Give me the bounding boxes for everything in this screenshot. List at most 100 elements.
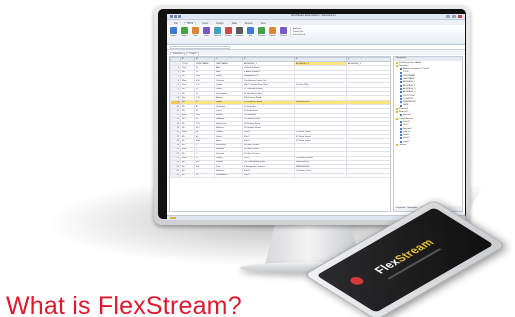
ribbon-button-label: Options [280, 35, 287, 37]
tree-item-label: Label Elements [399, 117, 414, 120]
app-icon [170, 15, 173, 18]
quick-access-toolbar [170, 15, 181, 18]
ribbon-button-preview[interactable]: Preview [257, 27, 266, 37]
ribbon-button-label: Set [248, 35, 252, 37]
status-indicator [170, 217, 176, 219]
ribbon-command-2[interactable]: Insert Record [293, 34, 305, 36]
field-icon [400, 81, 402, 84]
ribbon-button-function[interactable]: Function [235, 27, 244, 37]
field-icon [400, 88, 402, 91]
field-icon [400, 134, 402, 137]
folder-icon [396, 144, 398, 147]
ribbon-button-edit[interactable]: Edit [191, 27, 200, 37]
field-icon [400, 124, 402, 127]
tree-item-label: Text 1 [403, 124, 409, 127]
field-icon [400, 101, 402, 104]
ribbon-button-label: Export [181, 35, 188, 37]
navigation-tree: FlexStream Excel Add-in Datasheet Address … [394, 61, 462, 147]
options-icon [280, 27, 287, 34]
grid-table: ABCDEF TITLE FIRSTNAME LASTNAME ADDRESS_1 AD… [170, 57, 390, 179]
tree-item-label: Options [399, 144, 407, 147]
save-icon[interactable] [174, 15, 177, 18]
tree-item-label: LASTNAME [403, 78, 415, 81]
grid-cell[interactable]: Flat 11 [242, 172, 295, 179]
field-icon [400, 78, 402, 81]
folder-icon [396, 111, 398, 114]
preview-icon [258, 27, 265, 34]
headline: What is FlexStream? [6, 292, 242, 317]
field-icon [400, 120, 402, 123]
ribbon-tab-insert[interactable]: Insert [200, 22, 210, 25]
row-number: 26 [170, 172, 181, 179]
tree-item-label: Logo 1 [403, 140, 410, 143]
tree-item-label: Datasheet [399, 64, 409, 67]
tree-item-label: ADDRESS_3 [403, 87, 416, 90]
grid-cell[interactable]: Mr [180, 172, 195, 179]
monitor: FlexStream Excel Add-in - Flexstore1.x F… [154, 5, 470, 225]
app-title: FlexStream Excel Add-in - Flexstore1.x [291, 14, 336, 18]
grid-cell[interactable] [294, 172, 347, 179]
ribbon-button-export[interactable]: Export [180, 27, 189, 37]
minimize-icon[interactable] [446, 15, 450, 18]
ribbon-button-group: Import Export Edit New Refresh Stream Function… [169, 27, 291, 37]
ribbon-tab-data[interactable]: Data [230, 22, 239, 25]
data-grid: ABCDEF TITLE FIRSTNAME LASTNAME ADDRESS_1 AD… [169, 56, 391, 212]
folder-icon [396, 61, 398, 64]
ribbon-button-label: Publish [269, 35, 276, 37]
import-icon [170, 27, 177, 34]
tree-item-label: Address Imagelink_1Cachet [403, 68, 429, 71]
ribbon-button-new[interactable]: New [202, 27, 211, 37]
tree-item-label: Field 1 [403, 134, 410, 137]
ribbon: Import Export Edit New Refresh Stream Function… [167, 25, 465, 45]
ribbon-button-publish[interactable]: Publish [268, 27, 277, 37]
close-icon[interactable] [458, 15, 462, 18]
ribbon-button-label: Function [235, 35, 244, 37]
grid-body: TITLE FIRSTNAME LASTNAME ADDRESS_1 ADDRESS_2… [170, 60, 390, 179]
stream-icon [225, 27, 232, 34]
tree-item[interactable]: Options [394, 143, 462, 147]
folder-icon [396, 107, 398, 110]
ribbon-command-0[interactable]: Add Row [293, 28, 305, 30]
field-icon [400, 127, 402, 130]
panel-tab-properties[interactable]: Properties [396, 207, 405, 209]
tree-item-label: FIRSTNAME [403, 74, 416, 77]
ribbon-button-refresh[interactable]: Refresh [213, 27, 222, 37]
edit-icon [192, 27, 199, 34]
grid-cell[interactable]: Smallwood [214, 172, 243, 179]
grid-cell[interactable] [346, 172, 390, 179]
field-icon [400, 104, 402, 107]
tree-item-label: COUNTRY [403, 97, 414, 100]
field-icon [400, 114, 402, 117]
field-icon [400, 97, 402, 100]
ribbon-small-commands: Add Row Delete Row Insert Record [293, 27, 305, 36]
ribbon-tab-file[interactable]: File [172, 22, 180, 25]
sheet-tab-output[interactable]: Output [186, 51, 200, 55]
table-row[interactable]: 26 Mr W. Smallwood Flat 11 [170, 172, 390, 179]
tree-item-label: Barcode 1 [403, 127, 413, 130]
ribbon-button-stream[interactable]: Stream [224, 27, 233, 37]
ribbon-tab-view[interactable]: View [259, 22, 268, 25]
ribbon-button-set[interactable]: Set [246, 27, 255, 37]
tree-item-label: ADDRESS_2 [403, 84, 416, 87]
ribbon-tab-review[interactable]: Review [243, 22, 255, 25]
work-area: ABCDEF TITLE FIRSTNAME LASTNAME ADDRESS_1 AD… [167, 56, 465, 214]
monitor-bezel: FlexStream Excel Add-in - Flexstore1.x F… [158, 9, 466, 220]
ribbon-button-import[interactable]: Import [169, 27, 178, 37]
ribbon-button-label: Refresh [213, 35, 221, 37]
ribbon-button-label: Edit [193, 35, 198, 37]
grid-cell[interactable]: W. [194, 172, 215, 179]
tree-item-label: DATE [403, 104, 409, 107]
sheet-tab-flexsheet[interactable]: Flexsheet [170, 51, 186, 55]
ribbon-tab-home[interactable]: Home [183, 21, 197, 25]
field-icon [400, 68, 402, 71]
field-icon [400, 140, 402, 143]
folder-icon [396, 117, 398, 120]
maximize-icon[interactable] [452, 15, 456, 18]
field-icon [400, 130, 402, 133]
tree-item-label: REFERENCE [403, 101, 416, 104]
ribbon-command-1[interactable]: Delete Row [293, 31, 305, 33]
ribbon-button-label: New [204, 35, 209, 37]
formula-input[interactable] [170, 45, 230, 49]
ribbon-button-options[interactable]: Options [279, 27, 288, 37]
ribbon-tab-design[interactable]: Design [214, 22, 225, 25]
